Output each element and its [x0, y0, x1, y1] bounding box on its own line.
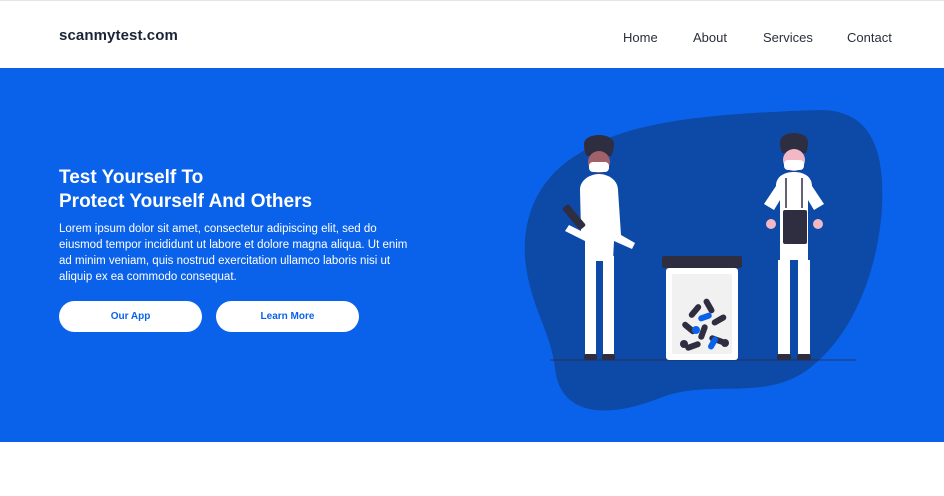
nav-link-about[interactable]: About	[693, 30, 727, 45]
our-app-button[interactable]: Our App	[59, 301, 202, 332]
site-header: scanmytest.com Home About Services Conta…	[0, 1, 944, 68]
hero-title: Test Yourself To Protect Yourself And Ot…	[59, 166, 389, 214]
hero-description: Lorem ipsum dolor sit amet, consectetur …	[59, 223, 408, 283]
hero-section: Test Yourself To Protect Yourself And Ot…	[0, 68, 944, 442]
hero-title-line-1: Test Yourself To	[59, 167, 204, 188]
main-nav: Home About Services Contact	[0, 30, 944, 50]
nav-link-contact[interactable]: Contact	[847, 30, 892, 45]
learn-more-button[interactable]: Learn More	[216, 301, 359, 332]
pill-jar	[662, 256, 742, 360]
nav-link-home[interactable]: Home	[623, 30, 658, 45]
hero-title-line-2: Protect Yourself And Others	[59, 191, 313, 212]
nav-link-services[interactable]: Services	[763, 30, 813, 45]
medical-staff-illustration	[524, 110, 883, 411]
